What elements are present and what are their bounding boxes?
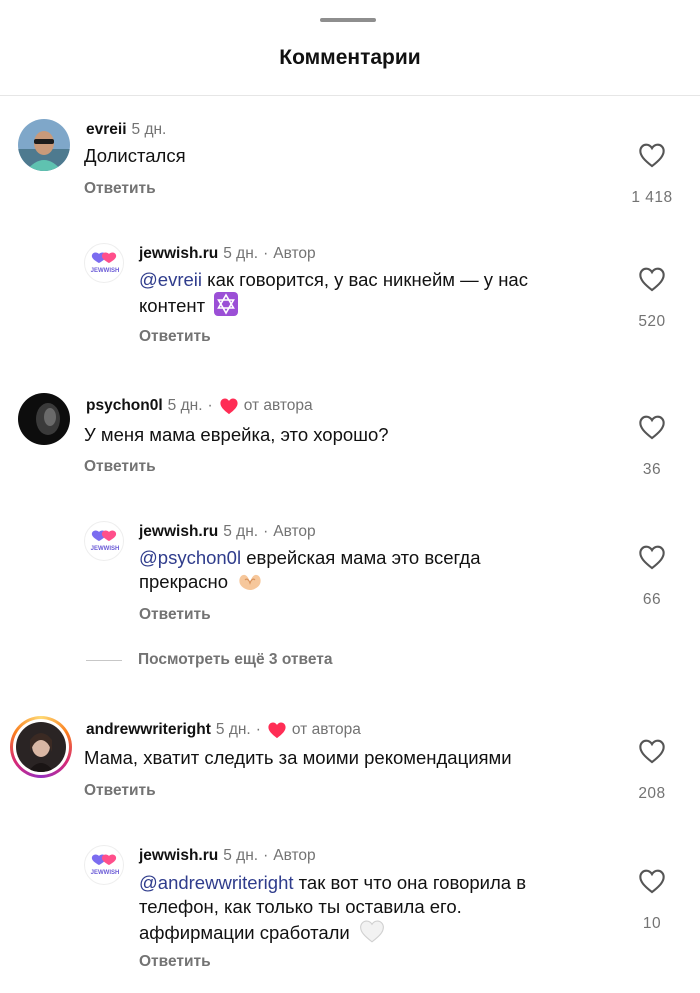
header-divider xyxy=(0,95,700,96)
liked-by-author-icon xyxy=(219,397,239,415)
view-more-replies-button[interactable]: Посмотреть ещё 3 ответа xyxy=(86,651,332,669)
comment-time: 5 дн. xyxy=(223,847,259,864)
comment-time: 5 дн. xyxy=(215,721,251,738)
like-group: 208 xyxy=(622,738,682,803)
comment-username[interactable]: psychon0l xyxy=(86,397,163,415)
liked-by-author-icon xyxy=(267,721,287,739)
comment-text: @psychon0l еврейская мама это всегда пре… xyxy=(139,546,609,598)
avatar-story-ring[interactable] xyxy=(10,716,72,778)
like-count: 520 xyxy=(638,313,666,330)
heart-outline-icon[interactable] xyxy=(622,544,682,575)
like-group: 1 418 xyxy=(622,142,682,207)
heart-outline-icon[interactable] xyxy=(622,142,682,173)
liked-by-author-label: от автора xyxy=(291,721,361,738)
comment-username[interactable]: andrewwriteright xyxy=(86,721,211,739)
comment-time: 5 дн. xyxy=(223,523,259,540)
heart-hands-icon xyxy=(237,570,263,598)
like-group: 10 xyxy=(622,868,682,933)
logo-text: JEWWISH xyxy=(91,268,120,274)
avatar-jewwish[interactable]: JEWWISH xyxy=(84,845,124,885)
comment-username[interactable]: jewwish.ru xyxy=(139,245,218,263)
author-badge: Автор xyxy=(273,847,316,864)
star-of-david-icon xyxy=(214,292,239,322)
like-count: 208 xyxy=(638,785,666,802)
comment-text: Долистался xyxy=(84,145,186,166)
comment-time: 5 дн. xyxy=(223,245,259,262)
author-badge: Автор xyxy=(273,523,316,540)
logo-text: JEWWISH xyxy=(91,546,120,552)
avatar-andrewwriteright xyxy=(16,722,66,772)
comment-time: 5 дн. xyxy=(131,121,167,138)
like-group: 36 xyxy=(622,414,682,479)
avatar-psychon0l[interactable] xyxy=(18,393,70,445)
comment-text: @evreii как говорится, у вас никнейм — у… xyxy=(139,268,609,322)
comment-username[interactable]: jewwish.ru xyxy=(139,523,218,541)
reply-button[interactable]: Ответить xyxy=(139,606,211,624)
logo-text: JEWWISH xyxy=(91,870,120,876)
heart-outline-icon[interactable] xyxy=(622,414,682,445)
more-replies-line xyxy=(86,659,122,661)
avatar-jewwish[interactable]: JEWWISH xyxy=(84,521,124,561)
white-heart-icon xyxy=(359,919,385,949)
heart-outline-icon[interactable] xyxy=(622,868,682,899)
avatar-jewwish[interactable]: JEWWISH xyxy=(84,243,124,283)
comment-text: @andrewwriteright так вот что она говори… xyxy=(139,871,609,949)
sheet-grabber[interactable] xyxy=(320,18,376,22)
view-more-replies-label: Посмотреть ещё 3 ответа xyxy=(138,651,333,668)
heart-outline-icon[interactable] xyxy=(622,738,682,769)
liked-by-author-label: от автора xyxy=(243,397,313,414)
reply-button[interactable]: Ответить xyxy=(84,782,156,800)
reply-button[interactable]: Ответить xyxy=(139,953,211,971)
like-count: 1 418 xyxy=(631,189,673,206)
author-badge: Автор xyxy=(273,245,316,262)
like-group: 520 xyxy=(622,266,682,331)
reply-button[interactable]: Ответить xyxy=(139,328,211,346)
like-count: 66 xyxy=(642,591,662,608)
comment-text: У меня мама еврейка, это хорошо? xyxy=(84,424,389,445)
like-count: 36 xyxy=(642,461,662,478)
comment-time: 5 дн. xyxy=(167,397,203,414)
reply-button[interactable]: Ответить xyxy=(84,180,156,198)
mention-link[interactable]: @andrewwriteright xyxy=(139,872,294,893)
avatar-evreii[interactable] xyxy=(18,119,70,171)
mention-link[interactable]: @psychon0l xyxy=(139,547,241,568)
comments-sheet: Комментарии evreii 5 дн. Долистался Отве… xyxy=(0,0,700,993)
like-group: 66 xyxy=(622,544,682,609)
heart-outline-icon[interactable] xyxy=(622,266,682,297)
mention-link[interactable]: @evreii xyxy=(139,269,202,290)
like-count: 10 xyxy=(642,915,662,932)
page-title: Комментарии xyxy=(279,46,421,69)
comment-username[interactable]: evreii xyxy=(86,121,127,139)
comment-username[interactable]: jewwish.ru xyxy=(139,847,218,865)
comment-text: Мама, хватит следить за моими рекомендац… xyxy=(84,747,512,768)
reply-button[interactable]: Ответить xyxy=(84,458,156,476)
